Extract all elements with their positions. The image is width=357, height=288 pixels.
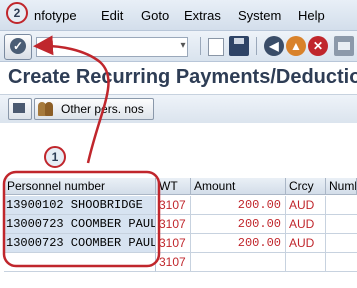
currency-cell[interactable]: AUD bbox=[286, 215, 326, 234]
checkmark-icon: ✓ bbox=[10, 38, 26, 54]
personnel-number-cell[interactable]: 13900102 SHOOBRIDGE bbox=[4, 196, 156, 215]
wage-type-cell[interactable]: 3107 bbox=[156, 196, 191, 215]
amount-cell[interactable]: 200.00 bbox=[191, 196, 286, 215]
personnel-number-cell[interactable]: 13000723 COOMBER PAUL bbox=[4, 234, 156, 253]
step-2-badge: 2 bbox=[6, 2, 28, 24]
page-title: Create Recurring Payments/Deductions bbox=[8, 66, 357, 88]
command-field[interactable] bbox=[36, 37, 188, 57]
sap-window: nfotype Edit Goto Extras System Help ✓ ▾… bbox=[0, 0, 357, 288]
payments-table: Personnel number WT Amount Crcy Numb 139… bbox=[4, 178, 357, 288]
command-history-icon[interactable]: ▾ bbox=[177, 38, 189, 54]
personnel-number-cell[interactable]: 13000723 COOMBER PAUL bbox=[4, 215, 156, 234]
people-icon bbox=[38, 102, 58, 116]
application-toolbar: Other pers. nos bbox=[0, 94, 357, 124]
menu-help[interactable]: Help bbox=[298, 8, 325, 23]
print-icon[interactable] bbox=[334, 36, 354, 56]
save-icon[interactable] bbox=[229, 36, 249, 56]
back-icon[interactable]: ◀ bbox=[264, 36, 284, 56]
column-header-personnel-number[interactable]: Personnel number bbox=[4, 178, 156, 195]
wage-type-cell[interactable]: 3107 bbox=[156, 215, 191, 234]
column-header-wage-type[interactable]: WT bbox=[156, 178, 191, 195]
number-cell[interactable] bbox=[326, 253, 357, 272]
currency-cell[interactable]: AUD bbox=[286, 234, 326, 253]
currency-cell[interactable]: AUD bbox=[286, 196, 326, 215]
menu-system[interactable]: System bbox=[238, 8, 281, 23]
personnel-number-cell[interactable] bbox=[4, 253, 156, 272]
wage-type-cell[interactable]: 3107 bbox=[156, 234, 191, 253]
number-cell[interactable] bbox=[326, 215, 357, 234]
title-area: Create Recurring Payments/Deductions bbox=[0, 62, 357, 96]
menu-extras[interactable]: Extras bbox=[184, 8, 221, 23]
menu-infotype[interactable]: nfotype bbox=[34, 8, 77, 23]
amount-cell[interactable]: 200.00 bbox=[191, 215, 286, 234]
step-1-badge: 1 bbox=[44, 146, 66, 168]
column-header-number[interactable]: Numb bbox=[326, 178, 357, 195]
enter-button[interactable]: ✓ bbox=[4, 34, 32, 60]
page-icon[interactable] bbox=[208, 38, 224, 56]
table-row[interactable]: 13900102 SHOOBRIDGE 3107 200.00 AUD bbox=[4, 196, 357, 215]
amount-cell[interactable] bbox=[191, 253, 286, 272]
toolbar-separator bbox=[200, 37, 201, 55]
menu-goto[interactable]: Goto bbox=[141, 8, 169, 23]
currency-cell[interactable] bbox=[286, 253, 326, 272]
toolbar-separator bbox=[256, 37, 257, 55]
column-header-currency[interactable]: Crcy bbox=[286, 178, 326, 195]
table-row[interactable]: 13000723 COOMBER PAUL 3107 200.00 AUD bbox=[4, 234, 357, 253]
printer-icon bbox=[13, 103, 25, 113]
exit-icon[interactable]: ▲ bbox=[286, 36, 306, 56]
menu-bar: nfotype Edit Goto Extras System Help bbox=[0, 0, 357, 31]
system-toolbar: ✓ ▾ ◀ ▲ ✕ bbox=[0, 31, 357, 62]
column-header-amount[interactable]: Amount bbox=[191, 178, 286, 195]
other-personnel-numbers-label: Other pers. nos bbox=[61, 102, 144, 116]
table-row[interactable]: 13000723 COOMBER PAUL 3107 200.00 AUD bbox=[4, 215, 357, 234]
amount-cell[interactable]: 200.00 bbox=[191, 234, 286, 253]
other-personnel-numbers-button[interactable]: Other pers. nos bbox=[34, 98, 154, 120]
number-cell[interactable] bbox=[326, 196, 357, 215]
menu-edit[interactable]: Edit bbox=[101, 8, 123, 23]
table-row[interactable]: 3107 bbox=[4, 253, 357, 272]
number-cell[interactable] bbox=[326, 234, 357, 253]
print-button[interactable] bbox=[8, 98, 32, 120]
cancel-icon[interactable]: ✕ bbox=[308, 36, 328, 56]
wage-type-cell[interactable]: 3107 bbox=[156, 253, 191, 272]
